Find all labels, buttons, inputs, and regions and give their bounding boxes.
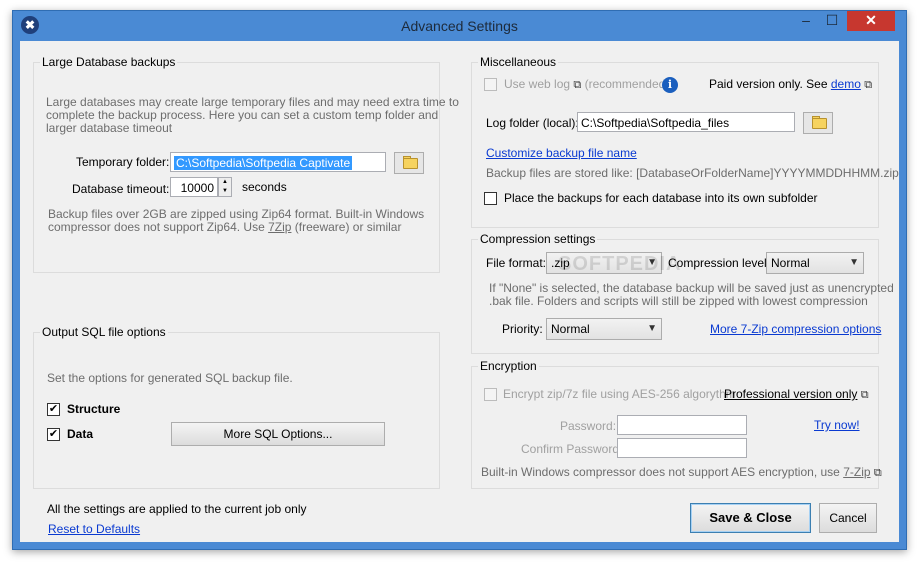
7zip-link[interactable]: 7Zip (268, 220, 291, 234)
customize-file-name-link[interactable]: Customize backup file name (486, 146, 637, 160)
dialog-body: Large Database backups Large databases m… (20, 41, 899, 542)
chevron-down-icon: ▼ (647, 323, 657, 334)
paid-note: Paid version only. See (709, 77, 831, 91)
log-folder-input[interactable]: C:\Softpedia\Softpedia_files (577, 112, 795, 132)
compression-level-select[interactable]: Normal ▼ (766, 252, 864, 274)
timeout-unit: seconds (242, 180, 287, 194)
external-link-icon: ⧉ (573, 79, 582, 91)
zip-note-line-2: compressor does not support Zip64. Use 7… (48, 220, 401, 234)
compression-note-line-2: .bak file. Folders and scripts will stil… (489, 294, 868, 308)
zip-note-prefix: compressor does not support Zip64. Use (48, 220, 269, 234)
password-input[interactable] (617, 415, 747, 435)
sql-options-group-title: Output SQL file options (40, 325, 168, 339)
misc-group-title: Miscellaneous (478, 55, 559, 69)
structure-label: Structure (67, 402, 121, 416)
encrypt-checkbox[interactable] (484, 388, 497, 401)
zip-note-suffix: (freeware) or similar (291, 220, 402, 234)
compression-note-line-1: If "None" is selected, the database back… (489, 281, 894, 295)
demo-link[interactable]: demo (831, 77, 861, 91)
web-log-label-row: Use web log ⧉ (recommended) (504, 77, 669, 92)
minimize-button[interactable]: – (793, 11, 819, 31)
timeout-input[interactable]: 10000 (170, 177, 218, 197)
try-now-link[interactable]: Try now! (814, 418, 860, 432)
close-icon: ✕ (865, 12, 877, 28)
timeout-label: Database timeout: (72, 182, 170, 196)
encrypt-label: Encrypt zip/7z file using AES-256 algory… (503, 387, 736, 401)
sql-options-description: Set the options for generated SQL backup… (47, 371, 293, 385)
paid-note-row: Paid version only. See demo ⧉ (709, 77, 872, 92)
spin-up-icon: ▲ (222, 179, 228, 185)
compression-level-value: Normal (771, 256, 810, 270)
large-db-description-line-2: complete the backup process. Here you ca… (46, 108, 439, 122)
log-folder-label: Log folder (local): (486, 116, 579, 130)
large-db-group: Large Database backups Large databases m… (33, 55, 459, 273)
encryption-group-title: Encryption (478, 359, 539, 373)
compression-group: Compression settings File format: .zip ▼ … (471, 232, 894, 354)
priority-label: Priority: (502, 322, 543, 336)
subfolder-checkbox[interactable] (484, 192, 497, 205)
footer-note: All the settings are applied to the curr… (47, 502, 307, 516)
confirm-password-label: Confirm Password: (521, 442, 623, 456)
close-button[interactable]: ✕ (847, 11, 895, 31)
zip-note-line-1: Backup files over 2GB are zipped using Z… (48, 207, 425, 221)
password-label: Password: (560, 419, 617, 433)
priority-select[interactable]: Normal ▼ (546, 318, 662, 340)
timeout-spinner[interactable]: ▲ ▼ (218, 177, 232, 197)
large-db-group-title: Large Database backups (40, 55, 178, 69)
encryption-group: Encryption Encrypt zip/7z file using AES… (471, 359, 882, 489)
large-db-description-line-3: larger database timeout (46, 121, 173, 135)
temp-folder-browse-button[interactable] (394, 152, 424, 174)
temp-folder-input[interactable]: C:\Softpedia\Softpedia Captivate (170, 152, 386, 172)
softpedia-watermark: SOFTPEDIA (558, 253, 682, 275)
minimize-icon: – (802, 12, 810, 28)
misc-group: Miscellaneous Use web log ⧉ (recommended… (471, 55, 899, 228)
structure-checkbox[interactable]: ✔ (47, 403, 60, 416)
compression-level-label: Compression level: (668, 256, 771, 270)
external-link-icon: ⧉ (873, 467, 882, 479)
reset-defaults-link[interactable]: Reset to Defaults (48, 522, 140, 536)
stored-like-note: Backup files are stored like: [DatabaseO… (486, 166, 899, 180)
maximize-icon: ☐ (825, 12, 839, 28)
web-log-label: Use web log (504, 77, 571, 91)
advanced-settings-window: ✖ Advanced Settings – ☐ ✕ Large Database… (12, 10, 907, 550)
temp-folder-value: C:\Softpedia\Softpedia Captivate (174, 156, 353, 170)
chevron-down-icon: ▼ (849, 257, 859, 268)
aes-note-row: Built-in Windows compressor does not sup… (481, 465, 882, 480)
web-log-recommended: (recommended) (584, 77, 670, 91)
title-bar[interactable]: ✖ Advanced Settings – ☐ ✕ (13, 11, 906, 41)
external-link-icon: ⧉ (860, 389, 869, 401)
sql-options-group: Output SQL file options Set the options … (33, 325, 440, 489)
pro-version-row: Professional version only ⧉ (724, 387, 869, 402)
confirm-password-input[interactable] (617, 438, 747, 458)
7zip-download-link[interactable]: 7-Zip (843, 465, 870, 479)
file-format-label: File format: (486, 256, 547, 270)
professional-version-link[interactable]: Professional version only (724, 387, 857, 401)
large-db-description-line-1: Large databases may create large tempora… (46, 95, 459, 109)
log-folder-browse-button[interactable] (803, 112, 833, 134)
window-title: Advanced Settings (401, 18, 518, 34)
info-icon[interactable]: i (662, 77, 678, 93)
more-sql-options-button[interactable]: More SQL Options... (171, 422, 385, 446)
maximize-button[interactable]: ☐ (819, 11, 845, 31)
priority-value: Normal (551, 322, 590, 336)
data-checkbox[interactable]: ✔ (47, 428, 60, 441)
compression-group-title: Compression settings (478, 232, 598, 246)
aes-note: Built-in Windows compressor does not sup… (481, 465, 844, 479)
data-label: Data (67, 427, 94, 441)
save-close-button[interactable]: Save & Close (690, 503, 811, 533)
external-link-icon: ⧉ (864, 79, 873, 91)
cancel-button[interactable]: Cancel (819, 503, 877, 533)
more-7zip-options-link[interactable]: More 7-Zip compression options (710, 322, 881, 336)
subfolder-label: Place the backups for each database into… (504, 191, 818, 205)
spin-down-icon: ▼ (222, 188, 228, 194)
temp-folder-label: Temporary folder: (76, 155, 170, 169)
web-log-checkbox[interactable] (484, 78, 497, 91)
